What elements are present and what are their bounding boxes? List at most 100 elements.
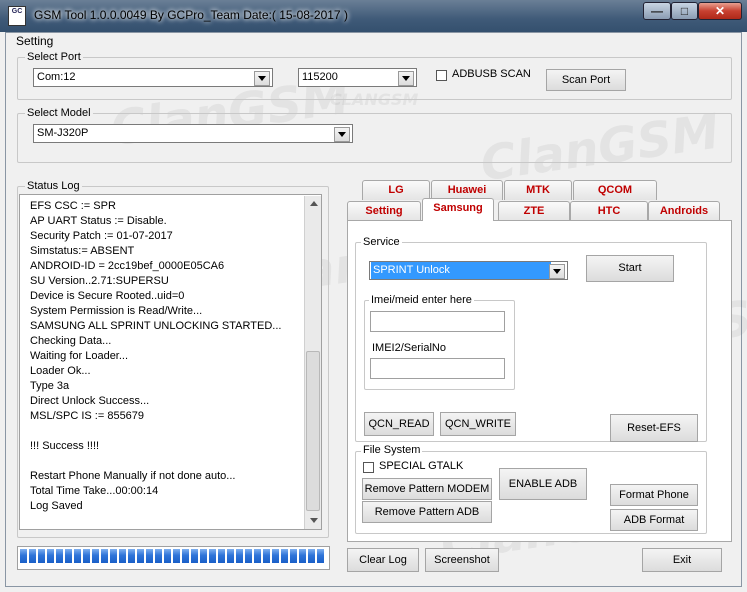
minimize-button[interactable]: — xyxy=(643,2,671,20)
file-system-label: File System xyxy=(361,444,423,456)
scroll-thumb[interactable] xyxy=(306,351,320,511)
progress-segment xyxy=(191,549,198,563)
progress-segment xyxy=(128,549,135,563)
app-icon: GC xyxy=(8,6,26,26)
status-log-label: Status Log xyxy=(25,180,82,192)
log-line: ANDROID-ID = 2cc19bef_0000E05CA6 xyxy=(30,260,225,272)
port-combobox[interactable]: Com:12 xyxy=(33,68,273,87)
progress-segment xyxy=(20,549,27,563)
chevron-down-icon[interactable] xyxy=(334,127,350,142)
special-gtalk-checkbox[interactable] xyxy=(363,462,374,473)
tab-setting[interactable]: Setting xyxy=(347,201,421,221)
adbusb-scan-checkbox[interactable] xyxy=(436,70,447,81)
service-combobox[interactable]: SPRINT Unlock xyxy=(369,261,568,280)
remove-pattern-modem-button[interactable]: Remove Pattern MODEM xyxy=(362,478,492,500)
log-line: Device is Secure Rooted..uid=0 xyxy=(30,290,185,302)
tab-lg[interactable]: LG xyxy=(362,180,430,200)
log-line: Waiting for Loader... xyxy=(30,350,129,362)
select-model-label: Select Model xyxy=(25,107,93,119)
progress-segment xyxy=(290,549,297,563)
progress-segment xyxy=(29,549,36,563)
clear-log-button[interactable]: Clear Log xyxy=(347,548,419,572)
progress-segment xyxy=(182,549,189,563)
baud-value: 115200 xyxy=(302,71,338,83)
scroll-down-icon[interactable] xyxy=(310,518,318,523)
tab-qcom[interactable]: QCOM xyxy=(573,180,657,200)
remove-pattern-adb-button[interactable]: Remove Pattern ADB xyxy=(362,501,492,523)
menu-setting[interactable]: Setting xyxy=(16,34,53,48)
log-line: Direct Unlock Success... xyxy=(30,395,150,407)
adb-format-button[interactable]: ADB Format xyxy=(610,509,698,531)
log-line: AP UART Status := Disable. xyxy=(30,215,167,227)
progress-segment xyxy=(137,549,144,563)
progress-segment xyxy=(164,549,171,563)
baud-combobox[interactable]: 115200 xyxy=(298,68,417,87)
progress-segment xyxy=(236,549,243,563)
log-line: System Permission is Read/Write... xyxy=(30,305,203,317)
progress-segment xyxy=(272,549,279,563)
progress-segment xyxy=(47,549,54,563)
start-button[interactable]: Start xyxy=(586,255,674,282)
progress-segment xyxy=(110,549,117,563)
progress-segment xyxy=(299,549,306,563)
chevron-down-icon[interactable] xyxy=(549,264,565,279)
reset-efs-button[interactable]: Reset-EFS xyxy=(610,414,698,442)
model-value: SM-J320P xyxy=(37,127,89,139)
exit-button[interactable]: Exit xyxy=(642,548,722,572)
log-line: Checking Data... xyxy=(30,335,112,347)
progress-bar xyxy=(17,546,330,570)
log-line: Loader Ok... xyxy=(30,365,91,377)
imei-input[interactable] xyxy=(370,311,505,332)
progress-segment xyxy=(92,549,99,563)
enable-adb-button[interactable]: ENABLE ADB xyxy=(499,468,587,500)
log-line: Log Saved xyxy=(30,500,83,512)
progress-segment xyxy=(101,549,108,563)
log-line: Simstatus:= ABSENT xyxy=(30,245,135,257)
log-line: SAMSUNG ALL SPRINT UNLOCKING STARTED... xyxy=(30,320,282,332)
service-value: SPRINT Unlock xyxy=(371,262,551,279)
log-scrollbar[interactable] xyxy=(304,196,321,529)
progress-segment xyxy=(38,549,45,563)
progress-segment xyxy=(254,549,261,563)
tab-zte[interactable]: ZTE xyxy=(498,201,570,221)
screenshot-button[interactable]: Screenshot xyxy=(425,548,499,572)
progress-segment xyxy=(218,549,225,563)
scan-port-button[interactable]: Scan Port xyxy=(546,69,626,91)
chevron-down-icon[interactable] xyxy=(254,71,270,86)
progress-segment xyxy=(263,549,270,563)
window-title: GSM Tool 1.0.0.0049 By GCPro_Team Date:(… xyxy=(34,8,348,22)
model-combobox[interactable]: SM-J320P xyxy=(33,124,353,143)
progress-segment xyxy=(155,549,162,563)
qcn-write-button[interactable]: QCN_WRITE xyxy=(440,412,516,436)
imei2-input[interactable] xyxy=(370,358,505,379)
log-line: !!! Success !!!! xyxy=(30,440,100,452)
progress-segment xyxy=(308,549,315,563)
tab-samsung[interactable]: Samsung xyxy=(422,198,494,221)
scroll-up-icon[interactable] xyxy=(310,201,318,206)
close-button[interactable]: ✕ xyxy=(698,2,742,20)
progress-segment xyxy=(209,549,216,563)
tab-htc[interactable]: HTC xyxy=(570,201,648,221)
tab-androids[interactable]: Androids xyxy=(648,201,720,221)
status-log-textarea[interactable]: EFS CSC := SPR AP UART Status := Disable.… xyxy=(19,194,322,530)
progress-fill xyxy=(20,549,324,567)
special-gtalk-label: SPECIAL GTALK xyxy=(379,460,464,472)
qcn-read-button[interactable]: QCN_READ xyxy=(364,412,434,436)
tab-mtk[interactable]: MTK xyxy=(504,180,572,200)
maximize-button[interactable]: □ xyxy=(671,2,698,20)
progress-segment xyxy=(245,549,252,563)
imei-label: Imei/meid enter here xyxy=(369,294,474,306)
port-value: Com:12 xyxy=(37,71,76,83)
progress-segment xyxy=(119,549,126,563)
progress-segment xyxy=(173,549,180,563)
log-line: EFS CSC := SPR xyxy=(30,200,116,212)
log-line: SU Version..2.71:SUPERSU xyxy=(30,275,169,287)
progress-segment xyxy=(227,549,234,563)
tab-huawei[interactable]: Huawei xyxy=(431,180,503,200)
progress-segment xyxy=(65,549,72,563)
progress-segment xyxy=(83,549,90,563)
chevron-down-icon[interactable] xyxy=(398,71,414,86)
log-line: Security Patch := 01-07-2017 xyxy=(30,230,173,242)
select-port-label: Select Port xyxy=(25,51,83,63)
format-phone-button[interactable]: Format Phone xyxy=(610,484,698,506)
